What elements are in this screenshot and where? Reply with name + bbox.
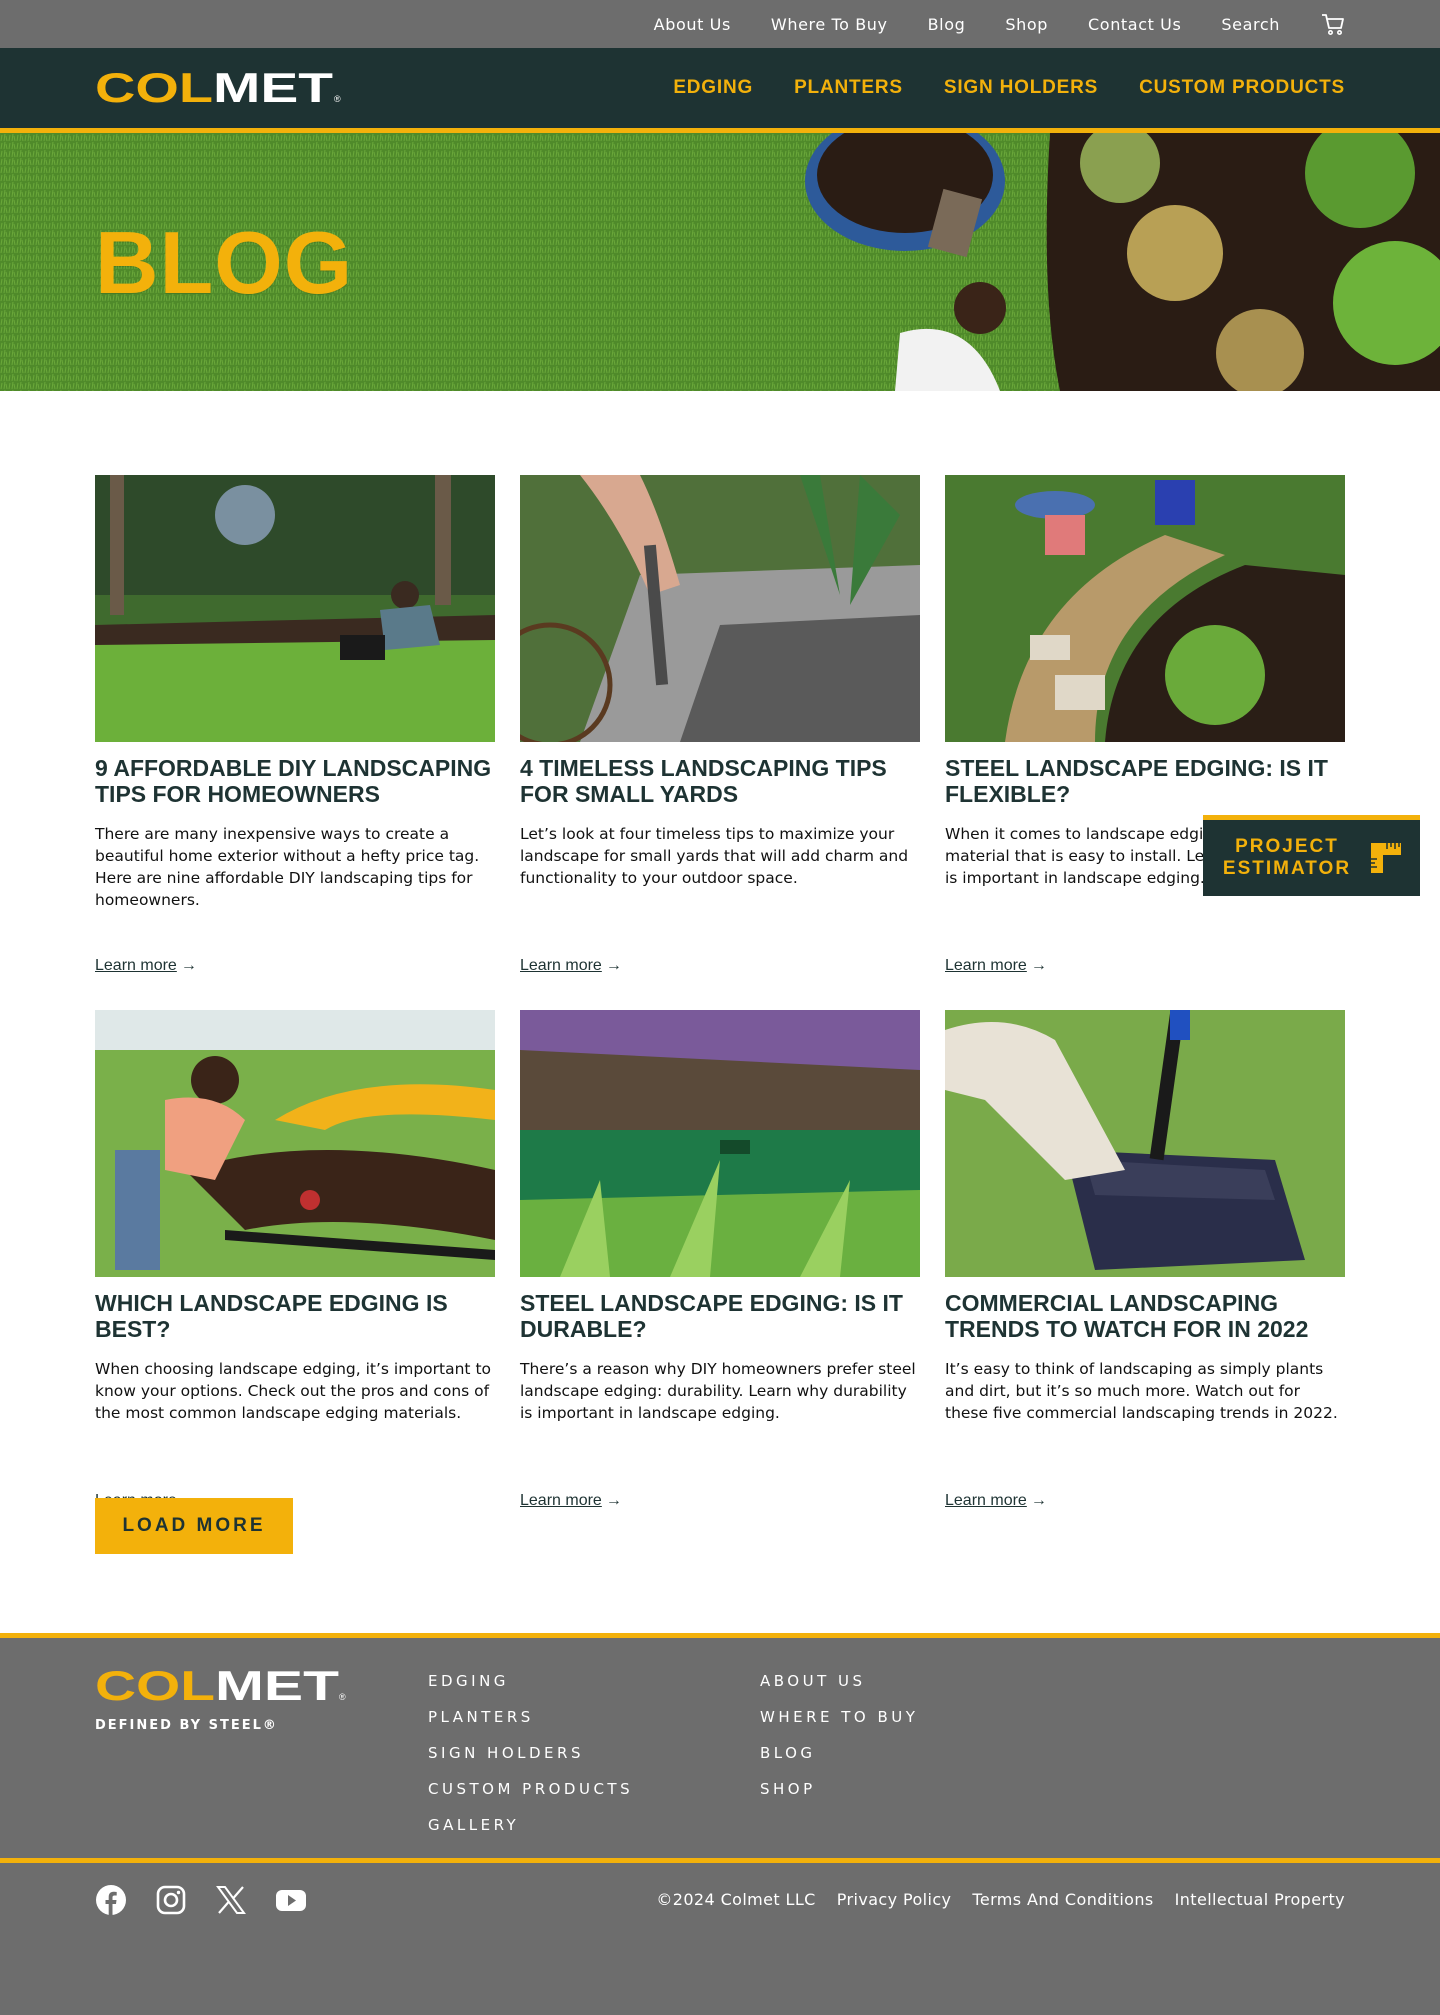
footer-link-about[interactable]: ABOUT US [760,1672,918,1708]
arrow-right-icon: → [180,957,197,974]
utility-link-blog[interactable]: Blog [928,15,966,34]
nav-edging[interactable]: EDGING [673,77,753,99]
learn-more-link[interactable]: Learn more→ [520,957,622,975]
post-title[interactable]: Commercial Landscaping Trends to Watch f… [945,1290,1345,1342]
arrow-right-icon: → [1030,957,1047,974]
footer-divider [0,1858,1440,1863]
utility-link-shop[interactable]: Shop [1005,15,1048,34]
social-links [95,1884,335,1916]
instagram-icon[interactable] [155,1884,187,1916]
post-image[interactable] [945,1010,1345,1277]
page-title: BLOG [95,213,354,312]
svg-text:MET: MET [215,1668,339,1704]
footer-company-links: ABOUT US WHERE TO BUY BLOG SHOP [760,1672,918,1816]
blog-card: 9 Affordable DIY Landscaping Tips for Ho… [95,475,495,975]
project-estimator-button[interactable]: PROJECT ESTIMATOR [1203,815,1420,896]
arrow-right-icon: → [1030,1492,1047,1509]
post-excerpt: Let’s look at four timeless tips to maxi… [520,825,909,887]
terms-link[interactable]: Terms And Conditions [972,1890,1153,1909]
utility-link-search[interactable]: Search [1221,15,1280,34]
svg-text:COL: COL [95,70,213,106]
footer-link-custom-products[interactable]: CUSTOM PRODUCTS [428,1780,633,1816]
colmet-logo[interactable]: COL MET ® [95,70,345,106]
footer-link-where-to-buy[interactable]: WHERE TO BUY [760,1708,918,1744]
hero-banner: BLOG [0,133,1440,391]
blog-card: 4 Timeless Landscaping Tips for Small Ya… [520,475,920,975]
post-title[interactable]: Which Landscape Edging Is Best? [95,1290,495,1342]
footer-link-planters[interactable]: PLANTERS [428,1708,633,1744]
svg-text:®: ® [339,1692,346,1702]
post-excerpt: When choosing landscape edging, it’s imp… [95,1360,491,1422]
site-footer: COL MET ® DEFINED BY STEEL® EDGING PLANT… [0,1633,1440,2015]
learn-more-link[interactable]: Learn more→ [95,957,197,975]
learn-more-label: Learn more [520,957,602,974]
copyright-text: ©2024 Colmet LLC [656,1890,816,1909]
cart-icon[interactable] [1320,11,1346,37]
learn-more-link[interactable]: Learn more→ [520,1492,622,1510]
nav-planters[interactable]: PLANTERS [794,77,903,99]
svg-text:COL: COL [95,1668,215,1704]
arrow-right-icon: → [605,1492,622,1509]
intellectual-property-link[interactable]: Intellectual Property [1175,1890,1345,1909]
footer-link-sign-holders[interactable]: SIGN HOLDERS [428,1744,633,1780]
svg-text:®: ® [334,94,341,104]
estimator-label-line2: ESTIMATOR [1222,858,1352,879]
footer-link-blog[interactable]: BLOG [760,1744,918,1780]
load-more-button[interactable]: LOAD MORE [95,1498,293,1554]
footer-tagline: DEFINED BY STEEL® [95,1718,278,1733]
learn-more-label: Learn more [945,1492,1027,1509]
arrow-right-icon: → [605,957,622,974]
post-image[interactable] [95,475,495,742]
learn-more-label: Learn more [945,957,1027,974]
post-title[interactable]: 4 Timeless Landscaping Tips for Small Ya… [520,755,920,807]
footer-link-edging[interactable]: EDGING [428,1672,633,1708]
facebook-icon[interactable] [95,1884,127,1916]
post-excerpt: It’s easy to think of landscaping as sim… [945,1360,1338,1422]
post-image[interactable] [520,475,920,742]
learn-more-label: Learn more [520,1492,602,1509]
blog-card: Commercial Landscaping Trends to Watch f… [945,1010,1345,1510]
post-excerpt: There are many inexpensive ways to creat… [95,825,480,909]
utility-link-about[interactable]: About Us [654,15,731,34]
post-image[interactable] [945,475,1345,742]
footer-colmet-logo[interactable]: COL MET ® [95,1668,350,1704]
post-title[interactable]: 9 Affordable DIY Landscaping Tips for Ho… [95,755,495,807]
utility-link-where-to-buy[interactable]: Where To Buy [771,15,888,34]
nav-custom-products[interactable]: CUSTOM PRODUCTS [1139,77,1345,99]
estimator-label-line1: PROJECT [1235,836,1339,857]
svg-text:MET: MET [213,70,333,106]
privacy-policy-link[interactable]: Privacy Policy [837,1890,952,1909]
blog-card: Which Landscape Edging Is Best? When cho… [95,1010,495,1510]
post-excerpt: There’s a reason why DIY homeowners pref… [520,1360,916,1422]
main-nav-links: EDGING PLANTERS SIGN HOLDERS CUSTOM PROD… [632,77,1345,99]
learn-more-link[interactable]: Learn more→ [945,957,1047,975]
nav-sign-holders[interactable]: SIGN HOLDERS [944,77,1098,99]
main-header: COL MET ® EDGING PLANTERS SIGN HOLDERS C… [0,48,1440,133]
learn-more-label: Learn more [95,957,177,974]
post-title[interactable]: Steel Landscape Edging: Is It Flexible? [945,755,1345,807]
estimator-label: PROJECT ESTIMATOR [1217,836,1357,880]
legal-links: ©2024 Colmet LLC Privacy Policy Terms An… [635,1890,1345,1909]
utility-bar: About Us Where To Buy Blog Shop Contact … [0,0,1440,48]
post-image[interactable] [95,1010,495,1277]
utility-link-contact[interactable]: Contact Us [1088,15,1181,34]
blog-card: Steel Landscape Edging: Is It Durable? T… [520,1010,920,1510]
youtube-icon[interactable] [275,1884,307,1916]
x-icon[interactable] [215,1884,247,1916]
blog-card: Steel Landscape Edging: Is It Flexible? … [945,475,1345,975]
post-title[interactable]: Steel Landscape Edging: Is It Durable? [520,1290,920,1342]
ruler-icon [1371,843,1401,873]
footer-link-gallery[interactable]: GALLERY [428,1816,633,1852]
learn-more-link[interactable]: Learn more→ [945,1492,1047,1510]
post-image[interactable] [520,1010,920,1277]
footer-link-shop[interactable]: SHOP [760,1780,918,1816]
blog-grid: 9 Affordable DIY Landscaping Tips for Ho… [95,475,1345,1510]
footer-products-links: EDGING PLANTERS SIGN HOLDERS CUSTOM PROD… [428,1672,633,1852]
